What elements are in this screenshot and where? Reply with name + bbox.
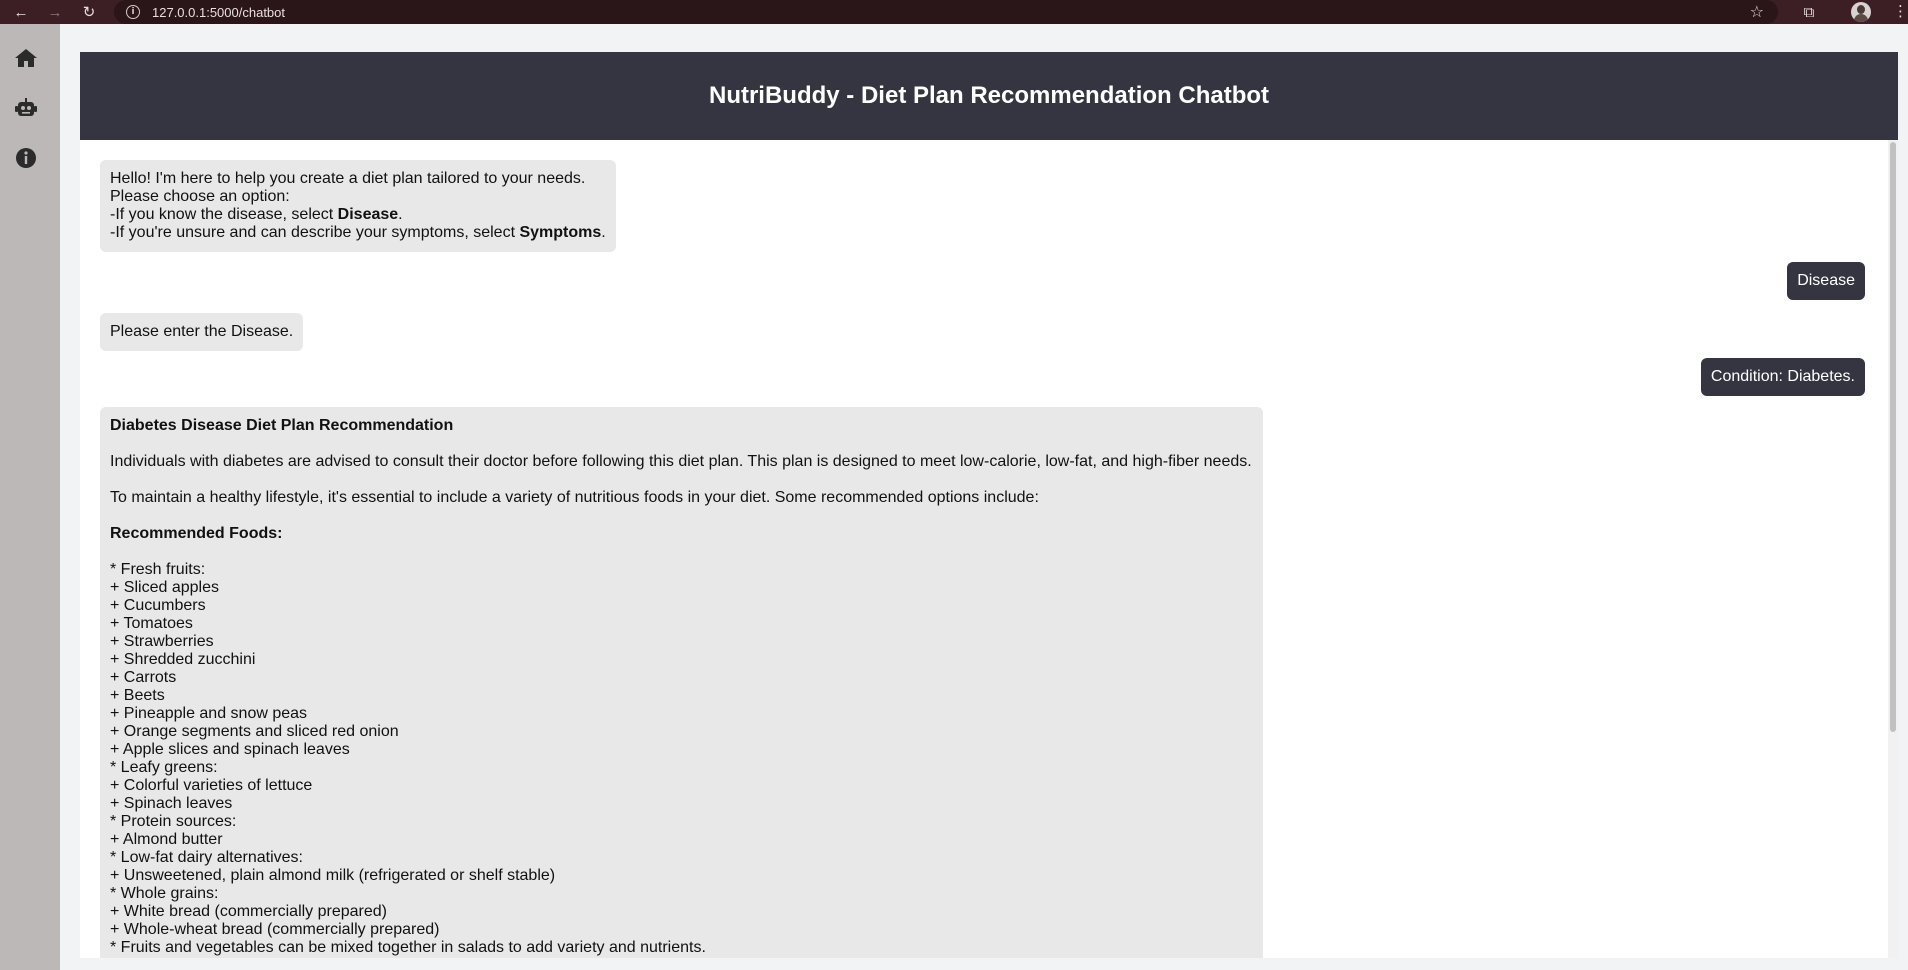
food-list-item: * Leafy greens: bbox=[110, 759, 218, 776]
info-circle-icon[interactable] bbox=[14, 146, 38, 170]
home-icon[interactable] bbox=[14, 46, 38, 70]
food-list-item: * Protein sources: bbox=[110, 813, 237, 830]
chat-body[interactable]: Hello! I'm here to help you create a die… bbox=[80, 140, 1898, 958]
greeting-line: -If you're unsure and can describe your … bbox=[110, 224, 606, 241]
chat-container: NutriBuddy - Diet Plan Recommendation Ch… bbox=[80, 52, 1898, 958]
food-list-item: + Spinach leaves bbox=[110, 795, 233, 812]
star-icon[interactable]: ☆ bbox=[1750, 2, 1764, 22]
recommended-foods-heading: Recommended Foods: bbox=[110, 525, 283, 542]
disease-option-text: Disease bbox=[337, 206, 399, 223]
extensions-icon[interactable]: ⧉ bbox=[1798, 1, 1820, 23]
food-list-item: + Unsweetened, plain almond milk (refrig… bbox=[110, 867, 556, 884]
greeting-line: -If you know the disease, select Disease… bbox=[110, 206, 403, 223]
food-list-item: * Fresh fruits: bbox=[110, 561, 206, 578]
food-list-item: * Whole grains: bbox=[110, 885, 219, 902]
menu-dots-icon[interactable]: ⋮ bbox=[1893, 2, 1908, 20]
bot-greeting-message: Hello! I'm here to help you create a die… bbox=[100, 160, 616, 252]
url-text[interactable]: 127.0.0.1:5000/chatbot bbox=[152, 5, 285, 20]
browser-toolbar: ← → ↻ i 127.0.0.1:5000/chatbot ☆ ⧉ ⋮ bbox=[0, 0, 1908, 24]
user-message-condition: Condition: Diabetes. bbox=[1700, 358, 1865, 396]
food-list-item: + Almond butter bbox=[110, 831, 223, 848]
forward-arrow-icon[interactable]: → bbox=[44, 1, 66, 23]
plan-intro: Individuals with diabetes are advised to… bbox=[110, 453, 1252, 470]
scrollbar-thumb[interactable] bbox=[1890, 142, 1896, 732]
food-list-item: + Orange segments and sliced red onion bbox=[110, 723, 399, 740]
food-list-item: * Fruits and vegetables can be mixed tog… bbox=[110, 939, 706, 956]
plan-title: Diabetes Disease Diet Plan Recommendatio… bbox=[110, 417, 454, 434]
food-list-item: + Carrots bbox=[110, 669, 177, 686]
reload-icon[interactable]: ↻ bbox=[78, 1, 100, 23]
chat-scrollbar[interactable] bbox=[1888, 140, 1898, 958]
food-list-item: * Low-fat dairy alternatives: bbox=[110, 849, 303, 866]
food-list-item: + Shredded zucchini bbox=[110, 651, 256, 668]
food-list-item: + Pineapple and snow peas bbox=[110, 705, 308, 722]
food-list-item: + Cucumbers bbox=[110, 597, 206, 614]
food-list-item: + Strawberries bbox=[110, 633, 214, 650]
page-title: NutriBuddy - Diet Plan Recommendation Ch… bbox=[80, 52, 1898, 140]
user-message-disease: Disease bbox=[1787, 262, 1865, 300]
food-list-item: + Sliced apples bbox=[110, 579, 219, 596]
food-list-item: + Tomatoes bbox=[110, 615, 193, 632]
food-list-item: + Beets bbox=[110, 687, 165, 704]
bot-diet-plan-message: Diabetes Disease Diet Plan Recommendatio… bbox=[100, 407, 1263, 958]
profile-avatar[interactable] bbox=[1851, 2, 1871, 22]
address-bar[interactable]: i 127.0.0.1:5000/chatbot ☆ bbox=[114, 0, 1778, 24]
food-list-item: + Colorful varieties of lettuce bbox=[110, 777, 313, 794]
robot-icon[interactable] bbox=[14, 96, 38, 120]
sidebar bbox=[0, 24, 60, 970]
food-list-item: + Whole-wheat bread (commercially prepar… bbox=[110, 921, 440, 938]
greeting-line: Hello! I'm here to help you create a die… bbox=[110, 170, 586, 187]
back-arrow-icon[interactable]: ← bbox=[10, 1, 32, 23]
plan-maintain: To maintain a healthy lifestyle, it's es… bbox=[110, 489, 1039, 506]
food-list-item: + White bread (commercially prepared) bbox=[110, 903, 387, 920]
symptoms-option-text: Symptoms bbox=[519, 224, 602, 241]
food-list-item: + Apple slices and spinach leaves bbox=[110, 741, 350, 758]
recommended-foods-list: * Fresh fruits: + Sliced apples + Cucumber… bbox=[110, 561, 1253, 957]
greeting-line: Please choose an option: bbox=[110, 188, 290, 205]
info-icon[interactable]: i bbox=[126, 5, 140, 19]
bot-ask-disease-message: Please enter the Disease. bbox=[100, 313, 304, 351]
